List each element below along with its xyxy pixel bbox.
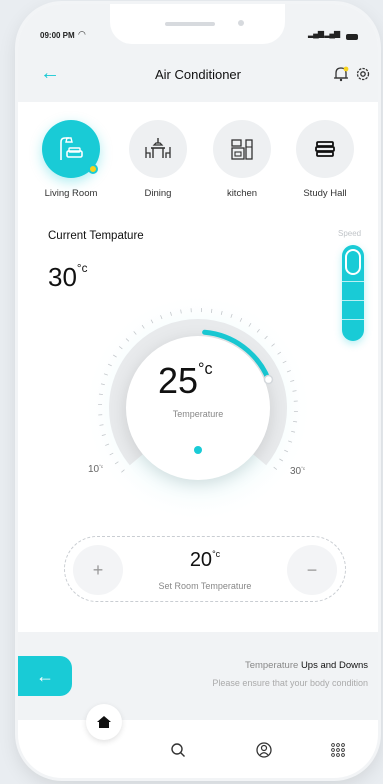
room-kitchen[interactable]: kitchen xyxy=(207,120,277,199)
dial-tick xyxy=(293,420,298,423)
speed-divider xyxy=(342,300,364,301)
current-temp-label: Current Tempature xyxy=(48,230,144,242)
dial-tick xyxy=(210,308,213,313)
lamp-sofa-icon xyxy=(60,137,83,160)
page-title: Air Conditioner xyxy=(155,67,241,82)
room-dining[interactable]: Dining xyxy=(123,120,193,199)
set-temperature-panel: + 20°c Set Room Temperature − xyxy=(64,536,346,602)
room-icon-circle xyxy=(296,120,354,178)
speed-divider xyxy=(342,281,364,282)
footer-area: ← Temperature Ups and Downs Please ensur… xyxy=(18,632,378,778)
room-label: Study Hall xyxy=(303,188,347,199)
kitchen-icon xyxy=(231,139,253,160)
books-icon xyxy=(315,141,335,157)
dial-handle[interactable] xyxy=(263,374,274,385)
main-content: Living Room Dining kitchen Study Hall Cu… xyxy=(18,102,378,632)
room-icon-circle xyxy=(42,120,100,178)
bottom-nav xyxy=(18,704,378,778)
room-icon-circle xyxy=(213,120,271,178)
room-icon-circle xyxy=(129,120,187,178)
camera xyxy=(238,20,244,26)
dial-face xyxy=(126,336,270,480)
room-label: Living Room xyxy=(44,188,98,199)
battery-icon xyxy=(346,34,358,40)
room-living-room[interactable]: Living Room xyxy=(36,120,106,199)
wifi-icon: ◠ xyxy=(78,29,86,39)
info-line-2: Please ensure that your body condition xyxy=(212,678,368,688)
speed-divider xyxy=(342,319,364,320)
room-label: kitchen xyxy=(226,188,258,199)
room-label: Dining xyxy=(144,188,172,199)
bell-icon[interactable] xyxy=(332,66,350,82)
speaker xyxy=(165,22,215,26)
speed-slider[interactable] xyxy=(342,245,364,341)
dial-temperature-value: 25°c xyxy=(158,360,213,401)
dial-caption: Temperature xyxy=(172,409,224,419)
home-icon[interactable] xyxy=(86,704,122,740)
dial-min-label: 10°c xyxy=(88,464,104,475)
arrow-left-icon[interactable]: ← xyxy=(18,656,72,696)
active-dot xyxy=(88,164,98,174)
status-time: 09:00 PM xyxy=(40,31,75,40)
dial-max-label: 30°c xyxy=(290,466,306,477)
info-line-1: Temperature Ups and Downs xyxy=(244,660,368,671)
gear-icon[interactable] xyxy=(355,66,371,82)
notch xyxy=(110,4,285,44)
decrease-button[interactable]: − xyxy=(287,545,337,595)
dial-tick xyxy=(98,393,103,396)
temperature-dial[interactable] xyxy=(73,288,323,518)
profile-icon[interactable] xyxy=(256,742,272,758)
room-study-hall[interactable]: Study Hall xyxy=(290,120,360,199)
search-icon[interactable] xyxy=(170,742,186,758)
phone-frame: 09:00 PM ◠ ▂▄▆ ▂▄▆ ← Air Conditioner Liv… xyxy=(18,4,378,778)
speed-label: Speed xyxy=(338,229,362,238)
grid-icon[interactable] xyxy=(330,742,346,758)
dial-indicator-dot xyxy=(194,446,202,454)
dining-table-icon xyxy=(145,138,171,158)
signal-icon: ▂▄▆ ▂▄▆ xyxy=(308,29,340,38)
speed-handle[interactable] xyxy=(345,249,361,275)
header-area: 09:00 PM ◠ ▂▄▆ ▂▄▆ ← Air Conditioner xyxy=(18,4,378,102)
